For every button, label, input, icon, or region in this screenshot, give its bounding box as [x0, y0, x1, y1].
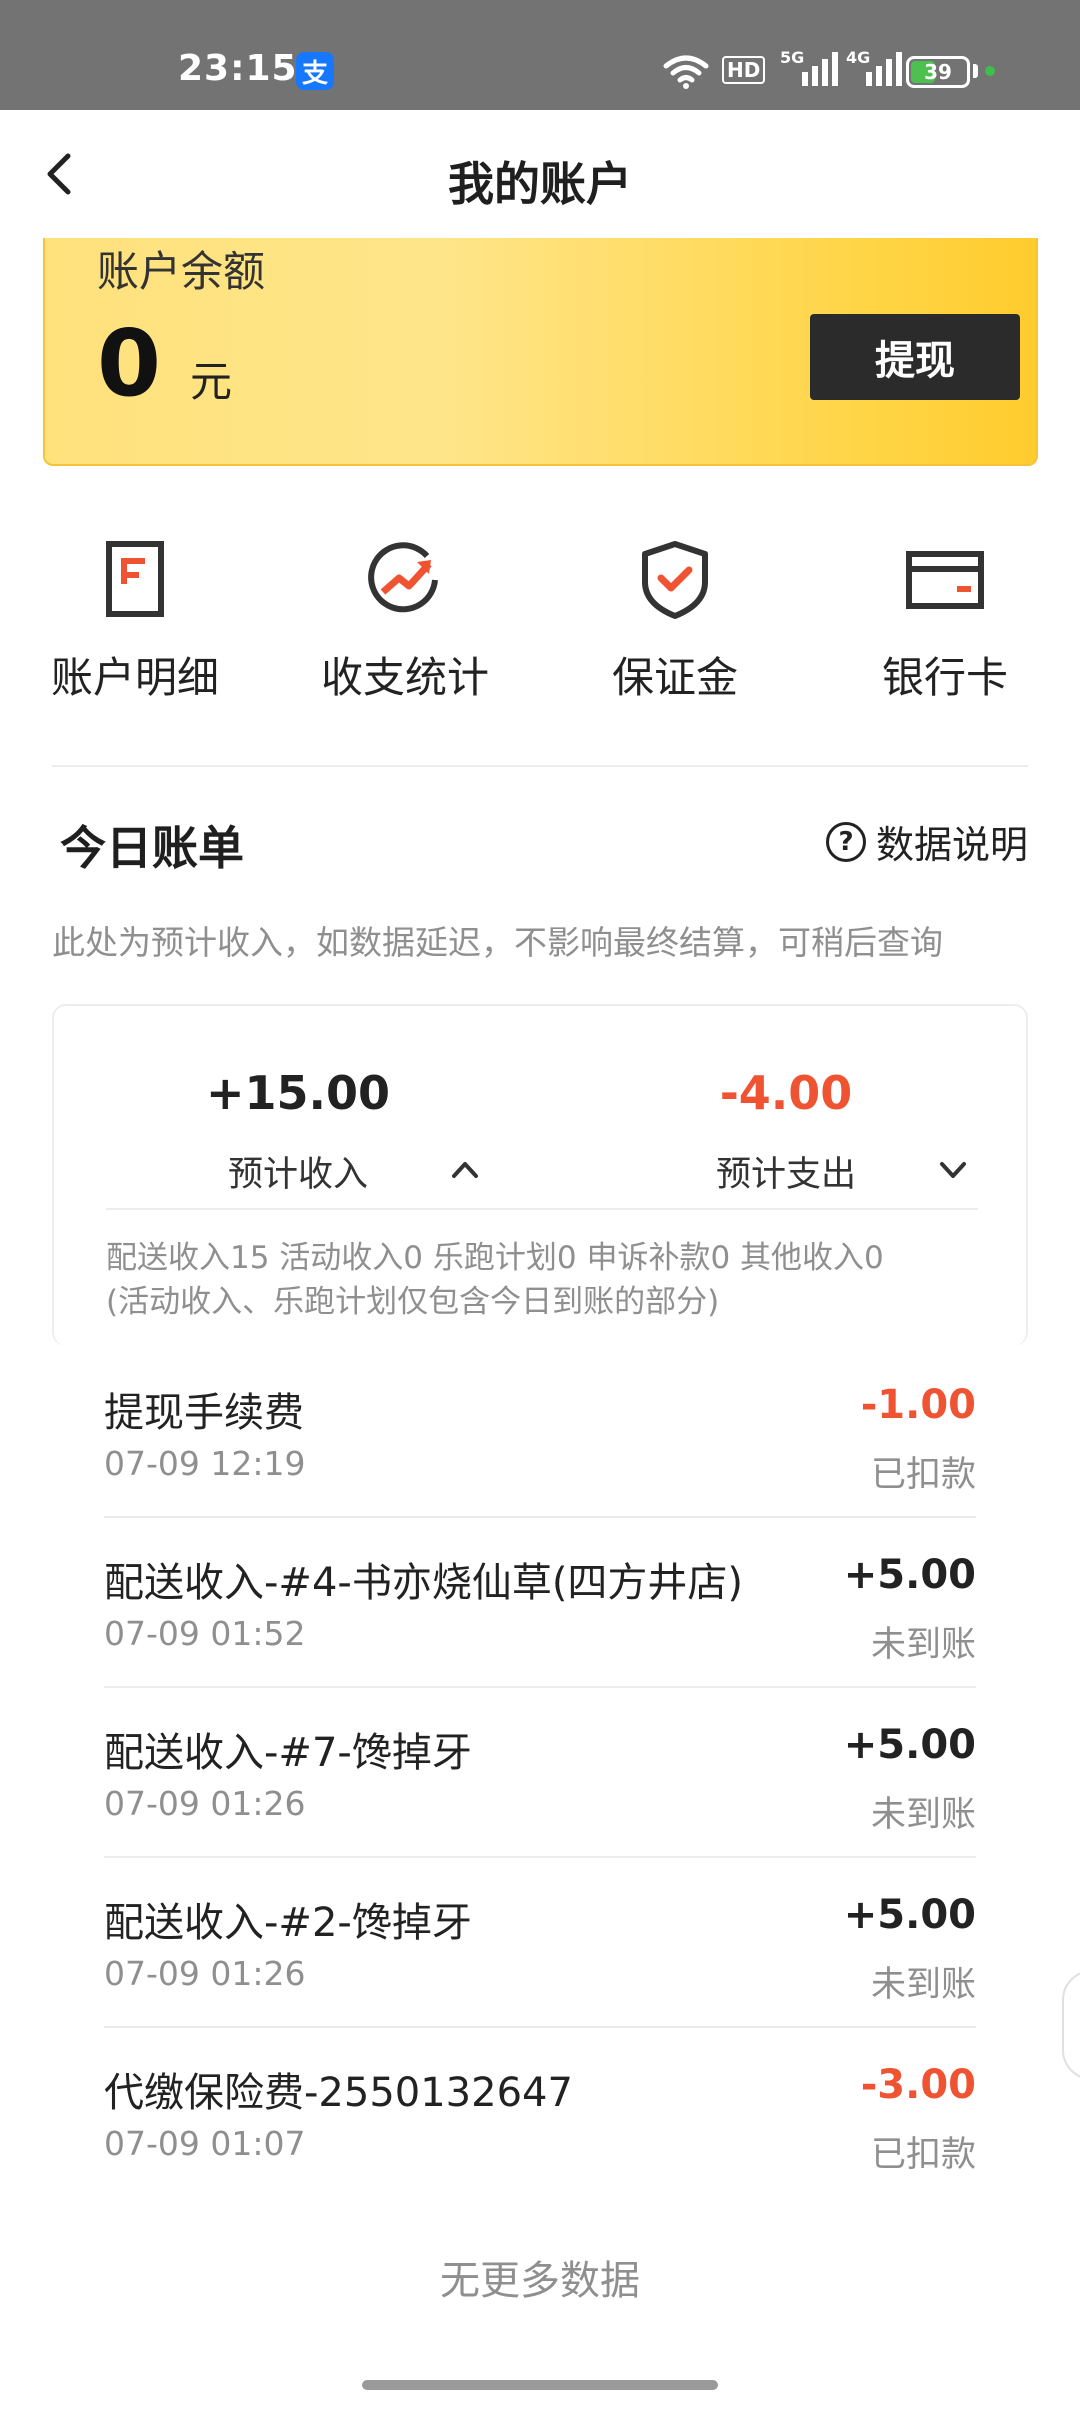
item-time: 07-09 01:52 — [104, 1614, 306, 1653]
app-header: 我的账户 — [0, 110, 1080, 240]
list-item[interactable]: 配送收入-#2-馋掉牙 07-09 01:26 +5.00 未到账 — [104, 1858, 976, 2028]
battery-icon: 39 — [906, 56, 970, 88]
action-label: 保证金 — [611, 653, 738, 702]
item-status: 未到账 — [870, 1625, 976, 1665]
signal-icon — [802, 52, 838, 86]
chevron-up-icon[interactable] — [448, 1152, 482, 1186]
alipay-icon: 支 — [296, 52, 334, 90]
shield-check-icon — [642, 541, 708, 619]
item-status: 已扣款 — [870, 2135, 976, 2175]
data-explain-label: 数据说明 — [875, 823, 1028, 867]
bank-card-icon — [906, 551, 984, 609]
item-time: 07-09 01:26 — [104, 1954, 306, 1993]
item-name: 配送收入-#7-馋掉牙 — [104, 1730, 472, 1776]
page: 23:15 支 HD 5G 4G 39 我的账户 账户余额 0 元 提现 账户明… — [0, 0, 1080, 2412]
no-more-data: 无更多数据 — [440, 2258, 640, 2304]
item-amount: +5.00 — [843, 1552, 976, 1598]
income-value: +15.00 — [205, 1066, 391, 1120]
item-time: 07-09 12:19 — [104, 1444, 306, 1483]
list-item[interactable]: 提现手续费 07-09 12:19 -1.00 已扣款 — [104, 1348, 976, 1518]
action-label: 收支统计 — [320, 653, 489, 702]
action-deposit[interactable]: 保证金 — [540, 540, 810, 705]
income-breakdown: 配送收入15 活动收入0 乐跑计划0 申诉补款0 其他收入0 (活动收入、乐跑计… — [106, 1236, 884, 1324]
wifi-icon — [663, 55, 709, 89]
bill-note: 此处为预计收入，如数据延迟，不影响最终结算，可稍后查询 — [52, 923, 943, 962]
summary-divider — [106, 1208, 978, 1210]
charging-dot-icon — [985, 66, 995, 76]
balance-unit: 元 — [190, 357, 233, 406]
status-time: 23:15 — [178, 48, 298, 89]
summary-card: +15.00 预计收入 -4.00 预计支出 配送收入15 活动收入0 乐跑计划… — [52, 1004, 1028, 1346]
section-divider — [52, 765, 1028, 767]
list-item[interactable]: 代缴保险费-2550132647 07-09 01:07 -3.00 已扣款 — [104, 2028, 976, 2198]
item-time: 07-09 01:07 — [104, 2124, 306, 2163]
item-amount: +5.00 — [843, 1892, 976, 1938]
page-title: 我的账户 — [448, 157, 632, 211]
action-label: 账户明细 — [50, 653, 219, 702]
transaction-list: 提现手续费 07-09 12:19 -1.00 已扣款 配送收入-#4-书亦烧仙… — [104, 1348, 976, 2198]
item-name: 配送收入-#4-书亦烧仙草(四方井店) — [104, 1560, 744, 1606]
account-detail-icon — [106, 541, 164, 617]
hd-voice-icon: HD — [722, 56, 766, 84]
item-amount: +5.00 — [843, 1722, 976, 1768]
action-bank-card[interactable]: 银行卡 — [810, 540, 1080, 705]
list-item[interactable]: 配送收入-#7-馋掉牙 07-09 01:26 +5.00 未到账 — [104, 1688, 976, 1858]
item-amount: -1.00 — [860, 1382, 976, 1428]
battery-level: 39 — [924, 60, 952, 84]
chevron-down-icon[interactable] — [936, 1152, 970, 1186]
item-name: 代缴保险费-2550132647 — [104, 2070, 573, 2116]
item-time: 07-09 01:26 — [104, 1784, 306, 1823]
item-status: 未到账 — [870, 1965, 976, 2005]
action-stats[interactable]: 收支统计 — [270, 540, 540, 705]
item-status: 已扣款 — [870, 1455, 976, 1495]
battery-cap — [973, 64, 978, 78]
action-label: 银行卡 — [881, 653, 1008, 702]
item-status: 未到账 — [870, 1795, 976, 1835]
list-item[interactable]: 配送收入-#4-书亦烧仙草(四方井店) 07-09 01:52 +5.00 未到… — [104, 1518, 976, 1688]
income-breakdown-line: 配送收入15 活动收入0 乐跑计划0 申诉补款0 其他收入0 — [106, 1240, 884, 1276]
quick-actions: 账户明细 收支统计 保证金 银行卡 — [0, 540, 1080, 710]
status-bar: 23:15 支 HD 5G 4G 39 — [0, 0, 1080, 110]
signal-icon — [866, 52, 902, 86]
home-indicator[interactable] — [362, 2380, 718, 2390]
item-name: 配送收入-#2-馋掉牙 — [104, 1900, 472, 1946]
balance-amount: 0 — [97, 310, 162, 417]
balance-card: 账户余额 0 元 提现 — [43, 238, 1038, 466]
data-explain-link[interactable]: ? 数据说明 — [825, 814, 1028, 869]
stats-trend-icon — [368, 542, 438, 613]
item-amount: -3.00 — [860, 2062, 976, 2108]
balance-label: 账户余额 — [97, 247, 266, 296]
expense-value: -4.00 — [719, 1066, 853, 1120]
income-breakdown-note: (活动收入、乐跑计划仅包含今日到账的部分) — [106, 1284, 720, 1320]
bill-section-title: 今日账单 — [60, 821, 244, 875]
floating-side-tab[interactable] — [1062, 1970, 1080, 2080]
item-name: 提现手续费 — [104, 1390, 304, 1436]
withdraw-button[interactable]: 提现 — [810, 314, 1020, 400]
help-circle-icon: ? — [825, 821, 866, 862]
action-account-detail[interactable]: 账户明细 — [0, 540, 270, 705]
